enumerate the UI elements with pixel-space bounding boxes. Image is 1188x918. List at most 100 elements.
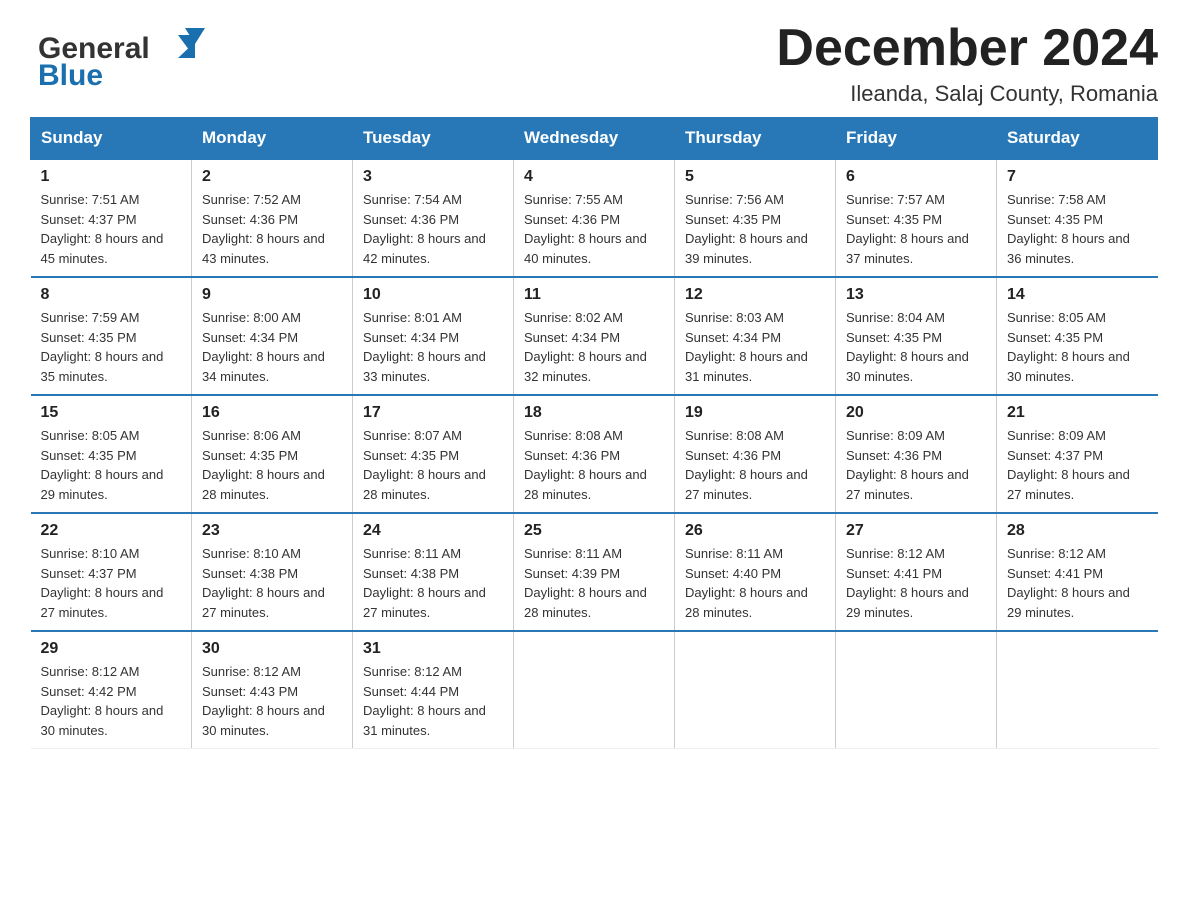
calendar-week-row: 1 Sunrise: 7:51 AMSunset: 4:37 PMDayligh…: [31, 159, 1158, 277]
table-row: 21 Sunrise: 8:09 AMSunset: 4:37 PMDaylig…: [997, 395, 1158, 513]
table-row: 23 Sunrise: 8:10 AMSunset: 4:38 PMDaylig…: [192, 513, 353, 631]
table-row: 8 Sunrise: 7:59 AMSunset: 4:35 PMDayligh…: [31, 277, 192, 395]
day-info: Sunrise: 8:05 AMSunset: 4:35 PMDaylight:…: [1007, 310, 1130, 384]
table-row: 14 Sunrise: 8:05 AMSunset: 4:35 PMDaylig…: [997, 277, 1158, 395]
day-number: 17: [363, 404, 503, 422]
table-row: 4 Sunrise: 7:55 AMSunset: 4:36 PMDayligh…: [514, 159, 675, 277]
day-number: 4: [524, 168, 664, 186]
month-title: December 2024: [776, 20, 1158, 77]
day-info: Sunrise: 8:00 AMSunset: 4:34 PMDaylight:…: [202, 310, 325, 384]
table-row: 13 Sunrise: 8:04 AMSunset: 4:35 PMDaylig…: [836, 277, 997, 395]
day-info: Sunrise: 8:12 AMSunset: 4:43 PMDaylight:…: [202, 664, 325, 738]
day-number: 13: [846, 286, 986, 304]
table-row: 22 Sunrise: 8:10 AMSunset: 4:37 PMDaylig…: [31, 513, 192, 631]
day-info: Sunrise: 8:02 AMSunset: 4:34 PMDaylight:…: [524, 310, 647, 384]
title-section: December 2024 Ileanda, Salaj County, Rom…: [776, 20, 1158, 107]
day-number: 19: [685, 404, 825, 422]
day-info: Sunrise: 8:11 AMSunset: 4:39 PMDaylight:…: [524, 546, 647, 620]
table-row: 12 Sunrise: 8:03 AMSunset: 4:34 PMDaylig…: [675, 277, 836, 395]
table-row: 19 Sunrise: 8:08 AMSunset: 4:36 PMDaylig…: [675, 395, 836, 513]
day-info: Sunrise: 8:08 AMSunset: 4:36 PMDaylight:…: [685, 428, 808, 502]
day-info: Sunrise: 8:12 AMSunset: 4:44 PMDaylight:…: [363, 664, 486, 738]
day-number: 14: [1007, 286, 1148, 304]
day-number: 25: [524, 522, 664, 540]
day-number: 24: [363, 522, 503, 540]
day-info: Sunrise: 8:07 AMSunset: 4:35 PMDaylight:…: [363, 428, 486, 502]
day-number: 27: [846, 522, 986, 540]
day-info: Sunrise: 8:08 AMSunset: 4:36 PMDaylight:…: [524, 428, 647, 502]
day-number: 30: [202, 640, 342, 658]
day-info: Sunrise: 7:54 AMSunset: 4:36 PMDaylight:…: [363, 192, 486, 266]
day-number: 29: [41, 640, 182, 658]
day-number: 9: [202, 286, 342, 304]
day-number: 20: [846, 404, 986, 422]
table-row: 17 Sunrise: 8:07 AMSunset: 4:35 PMDaylig…: [353, 395, 514, 513]
day-info: Sunrise: 8:09 AMSunset: 4:36 PMDaylight:…: [846, 428, 969, 502]
header-saturday: Saturday: [997, 118, 1158, 160]
table-row: 11 Sunrise: 8:02 AMSunset: 4:34 PMDaylig…: [514, 277, 675, 395]
day-info: Sunrise: 7:56 AMSunset: 4:35 PMDaylight:…: [685, 192, 808, 266]
page-header: General Blue December 2024 Ileanda, Sala…: [30, 20, 1158, 107]
table-row: 31 Sunrise: 8:12 AMSunset: 4:44 PMDaylig…: [353, 631, 514, 749]
table-row: [514, 631, 675, 749]
day-info: Sunrise: 7:52 AMSunset: 4:36 PMDaylight:…: [202, 192, 325, 266]
calendar-week-row: 8 Sunrise: 7:59 AMSunset: 4:35 PMDayligh…: [31, 277, 1158, 395]
table-row: 26 Sunrise: 8:11 AMSunset: 4:40 PMDaylig…: [675, 513, 836, 631]
day-number: 3: [363, 168, 503, 186]
day-info: Sunrise: 8:12 AMSunset: 4:41 PMDaylight:…: [846, 546, 969, 620]
calendar-header-row: Sunday Monday Tuesday Wednesday Thursday…: [31, 118, 1158, 160]
day-info: Sunrise: 8:12 AMSunset: 4:41 PMDaylight:…: [1007, 546, 1130, 620]
table-row: 30 Sunrise: 8:12 AMSunset: 4:43 PMDaylig…: [192, 631, 353, 749]
table-row: 20 Sunrise: 8:09 AMSunset: 4:36 PMDaylig…: [836, 395, 997, 513]
table-row: 25 Sunrise: 8:11 AMSunset: 4:39 PMDaylig…: [514, 513, 675, 631]
day-number: 15: [41, 404, 182, 422]
day-number: 21: [1007, 404, 1148, 422]
header-friday: Friday: [836, 118, 997, 160]
table-row: 9 Sunrise: 8:00 AMSunset: 4:34 PMDayligh…: [192, 277, 353, 395]
table-row: [997, 631, 1158, 749]
calendar-week-row: 15 Sunrise: 8:05 AMSunset: 4:35 PMDaylig…: [31, 395, 1158, 513]
day-info: Sunrise: 8:06 AMSunset: 4:35 PMDaylight:…: [202, 428, 325, 502]
header-tuesday: Tuesday: [353, 118, 514, 160]
day-info: Sunrise: 8:10 AMSunset: 4:38 PMDaylight:…: [202, 546, 325, 620]
day-number: 6: [846, 168, 986, 186]
day-number: 23: [202, 522, 342, 540]
day-number: 1: [41, 168, 182, 186]
day-number: 26: [685, 522, 825, 540]
table-row: 24 Sunrise: 8:11 AMSunset: 4:38 PMDaylig…: [353, 513, 514, 631]
table-row: [836, 631, 997, 749]
table-row: 1 Sunrise: 7:51 AMSunset: 4:37 PMDayligh…: [31, 159, 192, 277]
day-number: 12: [685, 286, 825, 304]
table-row: 3 Sunrise: 7:54 AMSunset: 4:36 PMDayligh…: [353, 159, 514, 277]
day-info: Sunrise: 8:11 AMSunset: 4:40 PMDaylight:…: [685, 546, 808, 620]
table-row: 29 Sunrise: 8:12 AMSunset: 4:42 PMDaylig…: [31, 631, 192, 749]
day-info: Sunrise: 7:57 AMSunset: 4:35 PMDaylight:…: [846, 192, 969, 266]
day-info: Sunrise: 7:55 AMSunset: 4:36 PMDaylight:…: [524, 192, 647, 266]
calendar-week-row: 29 Sunrise: 8:12 AMSunset: 4:42 PMDaylig…: [31, 631, 1158, 749]
table-row: 16 Sunrise: 8:06 AMSunset: 4:35 PMDaylig…: [192, 395, 353, 513]
day-number: 11: [524, 286, 664, 304]
header-monday: Monday: [192, 118, 353, 160]
header-thursday: Thursday: [675, 118, 836, 160]
table-row: [675, 631, 836, 749]
day-info: Sunrise: 8:12 AMSunset: 4:42 PMDaylight:…: [41, 664, 164, 738]
day-info: Sunrise: 8:11 AMSunset: 4:38 PMDaylight:…: [363, 546, 486, 620]
day-info: Sunrise: 8:05 AMSunset: 4:35 PMDaylight:…: [41, 428, 164, 502]
day-info: Sunrise: 7:58 AMSunset: 4:35 PMDaylight:…: [1007, 192, 1130, 266]
day-number: 10: [363, 286, 503, 304]
table-row: 5 Sunrise: 7:56 AMSunset: 4:35 PMDayligh…: [675, 159, 836, 277]
day-number: 5: [685, 168, 825, 186]
day-number: 22: [41, 522, 182, 540]
day-number: 7: [1007, 168, 1148, 186]
table-row: 15 Sunrise: 8:05 AMSunset: 4:35 PMDaylig…: [31, 395, 192, 513]
day-number: 16: [202, 404, 342, 422]
day-number: 2: [202, 168, 342, 186]
day-info: Sunrise: 8:03 AMSunset: 4:34 PMDaylight:…: [685, 310, 808, 384]
location: Ileanda, Salaj County, Romania: [776, 81, 1158, 107]
table-row: 18 Sunrise: 8:08 AMSunset: 4:36 PMDaylig…: [514, 395, 675, 513]
day-info: Sunrise: 8:01 AMSunset: 4:34 PMDaylight:…: [363, 310, 486, 384]
day-info: Sunrise: 7:59 AMSunset: 4:35 PMDaylight:…: [41, 310, 164, 384]
day-number: 28: [1007, 522, 1148, 540]
table-row: 27 Sunrise: 8:12 AMSunset: 4:41 PMDaylig…: [836, 513, 997, 631]
day-number: 8: [41, 286, 182, 304]
